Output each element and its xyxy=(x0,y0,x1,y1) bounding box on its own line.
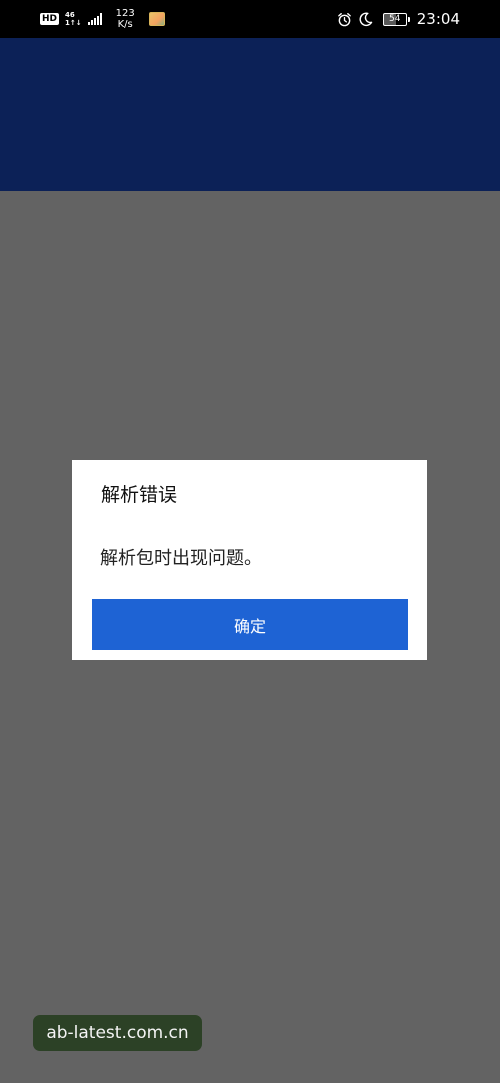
network-type-indicator: 46 1↑↓ xyxy=(65,11,82,27)
app-header xyxy=(0,38,500,191)
network-activity-label: 1↑↓ xyxy=(65,19,82,27)
network-speed-value: 123 xyxy=(115,8,135,19)
status-time: 23:04 xyxy=(416,10,460,28)
network-speed: 123 K/s xyxy=(116,8,135,30)
dialog-message: 解析包时出现问题。 xyxy=(100,548,262,569)
parse-error-dialog: 解析错误 解析包时出现问题。 确定 xyxy=(72,460,427,660)
battery-level: 54 xyxy=(389,13,401,24)
confirm-button[interactable]: 确定 xyxy=(92,599,408,650)
alarm-icon xyxy=(337,12,351,26)
status-bar-right: 54 23:04 xyxy=(337,6,460,32)
do-not-disturb-icon xyxy=(359,12,373,26)
watermark: ab-latest.com.cn xyxy=(33,1015,202,1051)
signal-icon xyxy=(87,13,102,25)
battery-icon: 54 xyxy=(382,12,410,26)
network-speed-unit: K/s xyxy=(117,19,133,30)
network-type-label: 46 xyxy=(65,11,75,19)
hd-icon: HD xyxy=(40,13,60,25)
photo-notification-icon xyxy=(148,12,165,26)
status-bar-left: HD 46 1↑↓ 123 K/s xyxy=(40,6,165,32)
dialog-title: 解析错误 xyxy=(101,484,178,506)
status-bar: HD 46 1↑↓ 123 K/s 54 23:04 xyxy=(0,0,500,38)
